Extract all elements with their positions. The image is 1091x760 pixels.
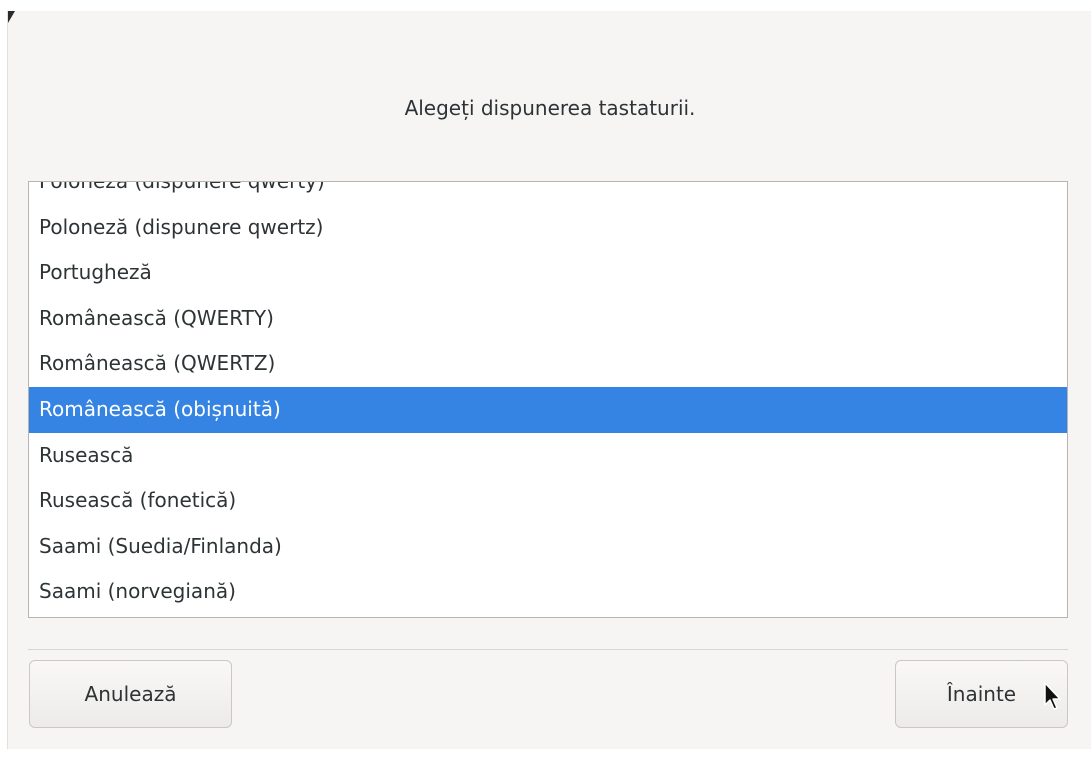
layout-list-item[interactable]: Românească (obișnuită) [29,386,1067,433]
cancel-button[interactable]: Anulează [29,660,232,728]
layout-list-item[interactable]: Românească (QWERTY) [29,296,1067,342]
keyboard-layout-dialog: Alegeți dispunerea tastaturii. Poloneză … [7,11,1091,749]
layout-list-items: Poloneză (dispunere qwerty) Poloneză (dis… [29,182,1067,615]
layout-list-item[interactable]: Poloneză (dispunere qwertz) [29,205,1067,251]
layout-list-item[interactable]: Portugheză [29,250,1067,296]
layout-list-item[interactable]: Poloneză (dispunere qwerty) [29,182,1067,205]
window-corner [8,11,15,23]
mouse-pointer-icon [1044,682,1061,710]
button-separator [28,649,1068,650]
layout-list-item[interactable]: Rusească [29,433,1067,479]
layout-list-item[interactable]: Românească (QWERTZ) [29,341,1067,387]
layout-list-item[interactable]: Saami (norvegiană) [29,569,1067,615]
layout-list-item[interactable]: Saami (Suedia/Finlanda) [29,524,1067,570]
dialog-heading: Alegeți dispunerea tastaturii. [404,96,696,120]
layout-list-item[interactable]: Rusească (fonetică) [29,478,1067,524]
keyboard-layout-list[interactable]: Poloneză (dispunere qwerty) Poloneză (dis… [28,181,1068,618]
